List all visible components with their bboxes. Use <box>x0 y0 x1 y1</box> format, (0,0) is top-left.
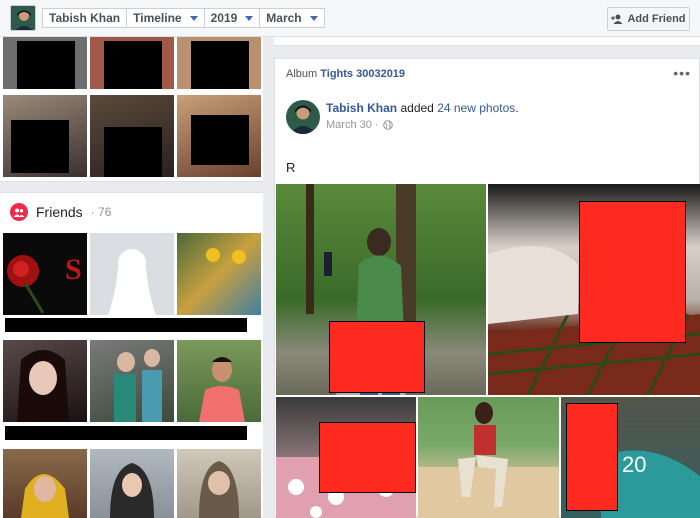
friend-photo[interactable] <box>3 340 87 422</box>
censored-friend-names <box>5 426 247 440</box>
censor-box <box>566 403 618 511</box>
new-photos-link[interactable]: 24 new photos <box>437 101 515 115</box>
action-suffix: . <box>515 101 519 115</box>
friends-section: Friends · 76 S <box>0 192 263 518</box>
friend-photo[interactable] <box>90 233 174 315</box>
profile-avatar[interactable] <box>10 5 36 31</box>
more-options-icon[interactable]: ••• <box>673 65 691 81</box>
caret-down-icon <box>189 15 198 21</box>
censor-box <box>17 41 75 89</box>
caret-down-icon <box>309 15 318 21</box>
man-pink-shirt-image <box>199 357 245 422</box>
month-dropdown[interactable]: March <box>259 8 325 28</box>
post-header: Tabish Khan added 24 new photos. <box>326 101 519 115</box>
timeline-label: Timeline <box>133 11 182 25</box>
timeline-dropdown[interactable]: Timeline <box>126 8 205 28</box>
add-friend-button[interactable]: Add Friend <box>607 7 690 31</box>
friends-title: Friends <box>36 204 83 220</box>
year-label: 2019 <box>210 11 238 25</box>
friends-icon <box>10 203 28 221</box>
photo-thumbnail[interactable] <box>3 37 87 89</box>
post-date: March 30 · <box>326 119 379 131</box>
add-friend-icon <box>611 14 623 24</box>
album-title-line: Album Tights 30032019 <box>286 68 405 80</box>
previous-post-bottom <box>274 37 700 46</box>
photo-thumbnail[interactable] <box>90 37 174 89</box>
friends-count: · 76 <box>90 205 112 219</box>
censor-box <box>329 321 425 393</box>
censor-box <box>104 127 162 177</box>
default-avatar-icon <box>108 249 156 315</box>
friends-group-image <box>114 349 162 422</box>
photo-thumbnail[interactable] <box>3 95 87 177</box>
censor-box <box>191 115 249 165</box>
doll-image <box>17 350 69 422</box>
friends-header[interactable]: Friends · 76 <box>10 203 111 221</box>
cover-nav-bar: Tabish Khan Timeline 2019 March Add Frie… <box>0 0 700 37</box>
woman-thinking-image <box>199 461 239 518</box>
friend-photo[interactable] <box>90 340 174 422</box>
censor-box <box>319 422 416 493</box>
censored-friend-names <box>5 318 247 332</box>
breadcrumb-profile-name[interactable]: Tabish Khan <box>42 8 128 28</box>
profile-name-label: Tabish Khan <box>49 11 121 25</box>
friend-photo[interactable] <box>90 449 174 518</box>
user-avatar-icon <box>11 6 35 30</box>
svg-text:S: S <box>65 253 82 286</box>
woman-sitting-image <box>418 402 559 518</box>
left-column: Friends · 76 S <box>0 37 263 518</box>
caret-down-icon <box>245 15 254 21</box>
censor-box <box>191 41 249 89</box>
album-photo[interactable]: 20 <box>561 397 700 518</box>
add-friend-label: Add Friend <box>627 13 686 25</box>
album-photo[interactable] <box>276 184 486 395</box>
album-photo[interactable] <box>488 184 700 395</box>
emoji-image <box>206 248 246 264</box>
album-photo[interactable] <box>418 397 559 518</box>
album-name-link[interactable]: Tights 30032019 <box>320 68 405 80</box>
friend-photo[interactable] <box>177 340 261 422</box>
month-label: March <box>266 11 302 25</box>
woman-hijab-image <box>110 463 154 518</box>
woman-yellow-scarf-image <box>21 474 69 518</box>
globe-icon <box>382 120 393 130</box>
breadcrumb: Tabish Khan Timeline 2019 March <box>42 8 325 28</box>
friend-photo[interactable]: S <box>3 233 87 315</box>
rose-image: S <box>7 253 82 314</box>
photo-thumbnail[interactable] <box>177 37 261 89</box>
censor-box <box>11 120 69 173</box>
year-dropdown[interactable]: 2019 <box>203 8 261 28</box>
more-photos-count[interactable]: 20 <box>622 452 646 478</box>
author-avatar[interactable] <box>286 100 320 134</box>
photos-grid <box>0 37 263 182</box>
censor-box <box>104 41 162 89</box>
album-post: Album Tights 30032019 ••• Tabish Khan ad… <box>274 58 700 518</box>
post-text: R <box>286 160 296 175</box>
censor-box <box>579 201 686 343</box>
post-timestamp[interactable]: March 30 · <box>326 119 393 131</box>
album-prefix: Album <box>286 68 318 80</box>
photo-thumbnail[interactable] <box>177 95 261 177</box>
photo-thumbnail[interactable] <box>90 95 174 177</box>
friend-photo[interactable] <box>177 449 261 518</box>
action-text: added <box>400 101 434 115</box>
author-name-link[interactable]: Tabish Khan <box>326 101 397 115</box>
user-avatar-icon <box>286 100 320 134</box>
album-photo[interactable] <box>276 397 416 518</box>
friend-photo[interactable] <box>3 449 87 518</box>
right-column: Album Tights 30032019 ••• Tabish Khan ad… <box>274 37 700 518</box>
friend-photo[interactable] <box>177 233 261 315</box>
